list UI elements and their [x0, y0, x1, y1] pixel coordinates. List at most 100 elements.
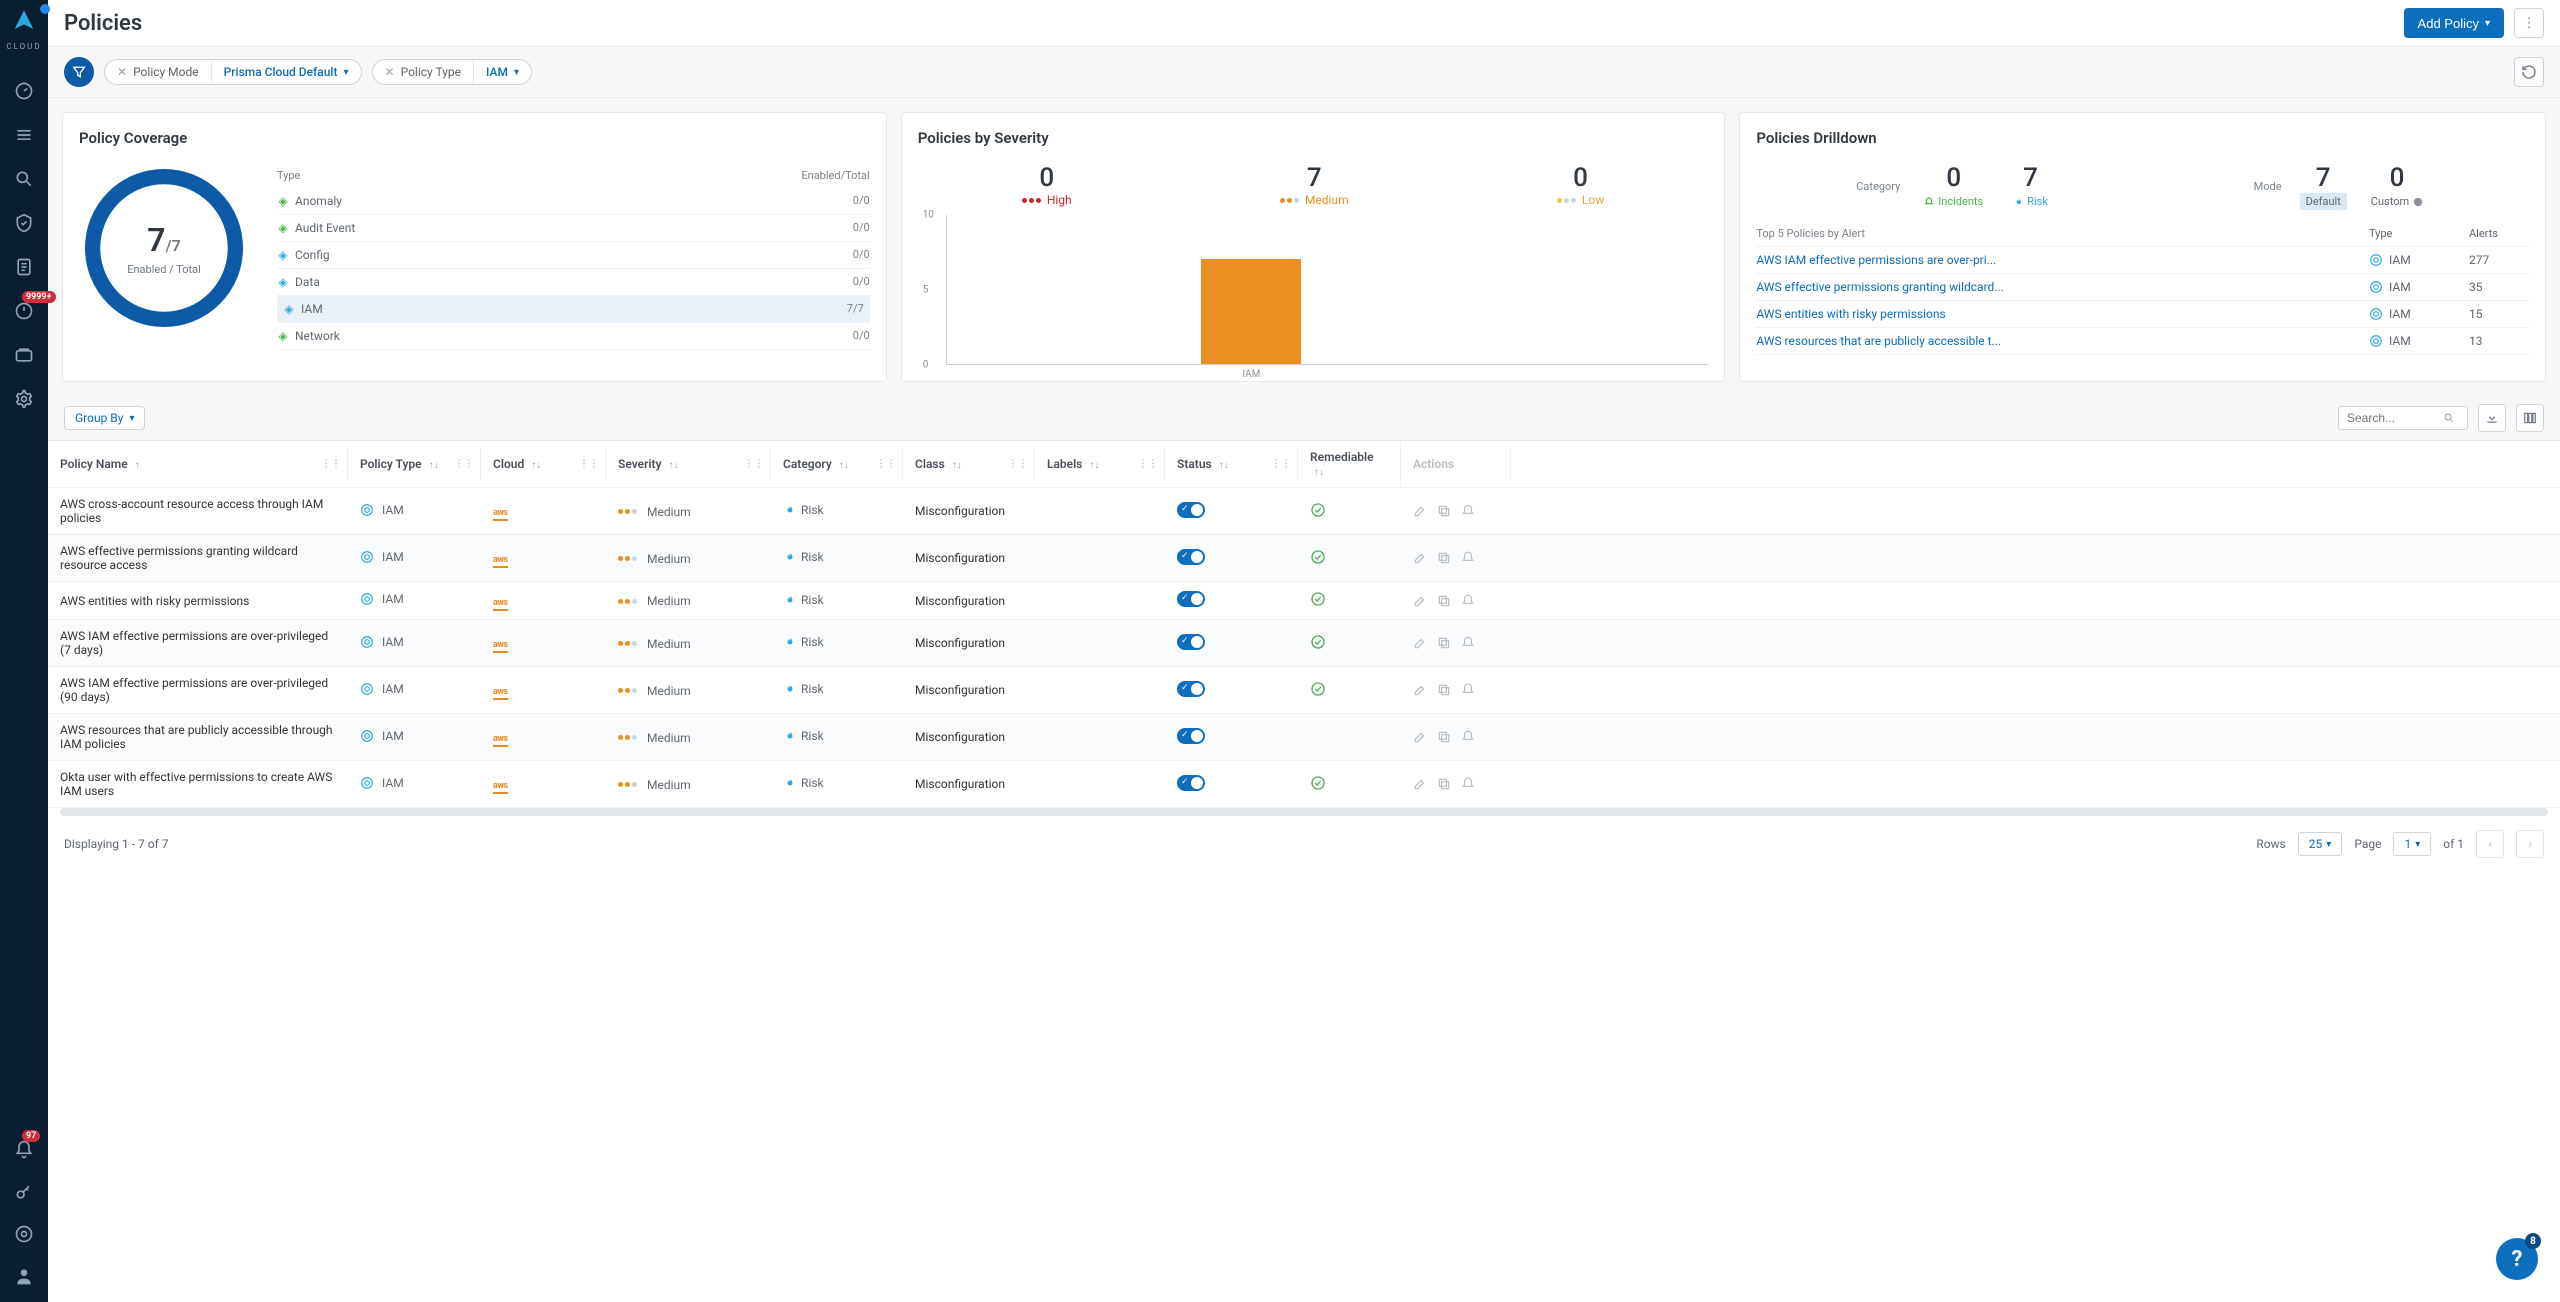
flame-icon	[783, 730, 795, 742]
nav-policies[interactable]	[14, 257, 34, 277]
bell-icon[interactable]	[1461, 636, 1475, 650]
nav-user[interactable]	[14, 1266, 34, 1286]
severity-medium[interactable]: 7 Medium	[1280, 163, 1349, 207]
page-select[interactable]: 1 ▾	[2393, 832, 2431, 856]
edit-icon[interactable]	[1413, 730, 1427, 744]
nav-alerts[interactable]: 9999+	[14, 301, 34, 321]
col-class[interactable]: Class ↑↓⋮⋮	[903, 448, 1035, 480]
more-actions-button[interactable]: ⋮	[2514, 8, 2544, 38]
table-row[interactable]: AWS IAM effective permissions are over-p…	[48, 667, 2560, 714]
rows-per-page-select[interactable]: 25 ▾	[2298, 832, 2343, 856]
nav-dashboard[interactable]	[14, 81, 34, 101]
col-policy-type[interactable]: Policy Type ↑↓⋮⋮	[348, 448, 481, 480]
coverage-type-row[interactable]: ◈Config0/0	[277, 242, 870, 269]
drilldown-row[interactable]: AWS IAM effective permissions are over-p…	[1756, 247, 2529, 274]
download-button[interactable]	[2478, 404, 2506, 432]
edit-icon[interactable]	[1413, 636, 1427, 650]
nav-compliance[interactable]	[14, 213, 34, 233]
status-toggle[interactable]: ✓	[1177, 728, 1205, 744]
copy-icon[interactable]	[1437, 551, 1451, 565]
remove-filter-icon[interactable]: ✕	[385, 65, 395, 79]
col-policy-name[interactable]: Policy Name ↑⋮⋮	[48, 448, 348, 480]
bell-icon[interactable]	[1461, 777, 1475, 791]
status-toggle[interactable]: ✓	[1177, 681, 1205, 697]
table-toolbar: Group By ▾	[48, 396, 2560, 440]
status-toggle[interactable]: ✓	[1177, 502, 1205, 518]
copy-icon[interactable]	[1437, 636, 1451, 650]
bell-icon[interactable]	[1461, 730, 1475, 744]
col-cloud[interactable]: Cloud ↑↓⋮⋮	[481, 448, 606, 480]
flame-icon	[783, 551, 795, 563]
bell-icon[interactable]	[1461, 551, 1475, 565]
chart-bar[interactable]	[1201, 259, 1301, 364]
next-page-button[interactable]: ›	[2516, 830, 2544, 858]
nav-notifications[interactable]: 97	[14, 1140, 34, 1160]
card-title: Policies Drilldown	[1756, 129, 2529, 147]
filter-icon[interactable]	[64, 57, 94, 87]
horizontal-scrollbar[interactable]	[60, 808, 2548, 816]
status-toggle[interactable]: ✓	[1177, 634, 1205, 650]
table-row[interactable]: AWS cross-account resource access throug…	[48, 488, 2560, 535]
severity-low[interactable]: 0 Low	[1557, 163, 1604, 207]
bell-icon[interactable]	[1461, 594, 1475, 608]
aws-icon: aws	[493, 508, 508, 521]
col-remediable[interactable]: Remediable ↑↓	[1298, 441, 1401, 487]
bell-icon[interactable]	[1461, 504, 1475, 518]
drilldown-default[interactable]: 7 Default	[2300, 163, 2347, 210]
filter-policy-mode[interactable]: ✕Policy Mode Prisma Cloud Default ▾	[104, 59, 362, 85]
edit-icon[interactable]	[1413, 504, 1427, 518]
filter-policy-type[interactable]: ✕Policy Type IAM ▾	[372, 59, 532, 85]
coverage-type-row[interactable]: ◈Data0/0	[277, 269, 870, 296]
search-input[interactable]	[2338, 406, 2468, 430]
drilldown-incidents[interactable]: 0 Incidents	[1918, 163, 1989, 211]
nav-access-key[interactable]	[14, 1182, 34, 1202]
copy-icon[interactable]	[1437, 683, 1451, 697]
col-severity[interactable]: Severity ↑↓⋮⋮	[606, 448, 771, 480]
help-button[interactable]: ?8	[2496, 1238, 2538, 1280]
copy-icon[interactable]	[1437, 594, 1451, 608]
col-actions: Actions	[1401, 448, 1511, 480]
table-row[interactable]: Okta user with effective permissions to …	[48, 761, 2560, 808]
columns-button[interactable]	[2516, 404, 2544, 432]
status-toggle[interactable]: ✓	[1177, 591, 1205, 607]
remove-filter-icon[interactable]: ✕	[117, 65, 127, 79]
coverage-type-row[interactable]: ◈Audit Event0/0	[277, 215, 870, 242]
logo[interactable]: CLOUD	[6, 8, 41, 51]
edit-icon[interactable]	[1413, 777, 1427, 791]
table-row[interactable]: AWS effective permissions granting wildc…	[48, 535, 2560, 582]
bell-icon[interactable]	[1461, 683, 1475, 697]
sidebar: CLOUD 9999+ 97	[0, 0, 48, 1302]
status-toggle[interactable]: ✓	[1177, 549, 1205, 565]
coverage-type-row[interactable]: ◈Network0/0	[277, 323, 870, 350]
nav-inventory[interactable]	[14, 125, 34, 145]
edit-icon[interactable]	[1413, 594, 1427, 608]
drilldown-row[interactable]: AWS resources that are publicly accessib…	[1756, 328, 2529, 355]
col-status[interactable]: Status ↑↓⋮⋮	[1165, 448, 1298, 480]
nav-support[interactable]	[14, 1224, 34, 1244]
nav-settings[interactable]	[14, 389, 34, 409]
edit-icon[interactable]	[1413, 683, 1427, 697]
nav-cloud-accounts[interactable]	[14, 345, 34, 365]
table-row[interactable]: AWS resources that are publicly accessib…	[48, 714, 2560, 761]
reset-filters-button[interactable]	[2514, 57, 2544, 87]
coverage-type-row[interactable]: ◈Anomaly0/0	[277, 188, 870, 215]
status-toggle[interactable]: ✓	[1177, 775, 1205, 791]
col-labels[interactable]: Labels ↑↓⋮⋮	[1035, 448, 1165, 480]
drilldown-row[interactable]: AWS entities with risky permissionsIAM15	[1756, 301, 2529, 328]
drilldown-custom[interactable]: 0 Custom	[2365, 163, 2429, 210]
group-by-button[interactable]: Group By ▾	[64, 406, 145, 430]
col-category[interactable]: Category ↑↓⋮⋮	[771, 448, 903, 480]
coverage-type-row[interactable]: ◈IAM7/7	[277, 296, 870, 323]
drilldown-row[interactable]: AWS effective permissions granting wildc…	[1756, 274, 2529, 301]
copy-icon[interactable]	[1437, 730, 1451, 744]
add-policy-button[interactable]: Add Policy ▾	[2404, 8, 2504, 38]
table-row[interactable]: AWS entities with risky permissions IAM …	[48, 582, 2560, 620]
edit-icon[interactable]	[1413, 551, 1427, 565]
copy-icon[interactable]	[1437, 777, 1451, 791]
copy-icon[interactable]	[1437, 504, 1451, 518]
prev-page-button[interactable]: ‹	[2476, 830, 2504, 858]
severity-high[interactable]: 0 High	[1022, 163, 1072, 207]
drilldown-risk[interactable]: 7 Risk	[2007, 163, 2054, 211]
table-row[interactable]: AWS IAM effective permissions are over-p…	[48, 620, 2560, 667]
nav-search[interactable]	[14, 169, 34, 189]
